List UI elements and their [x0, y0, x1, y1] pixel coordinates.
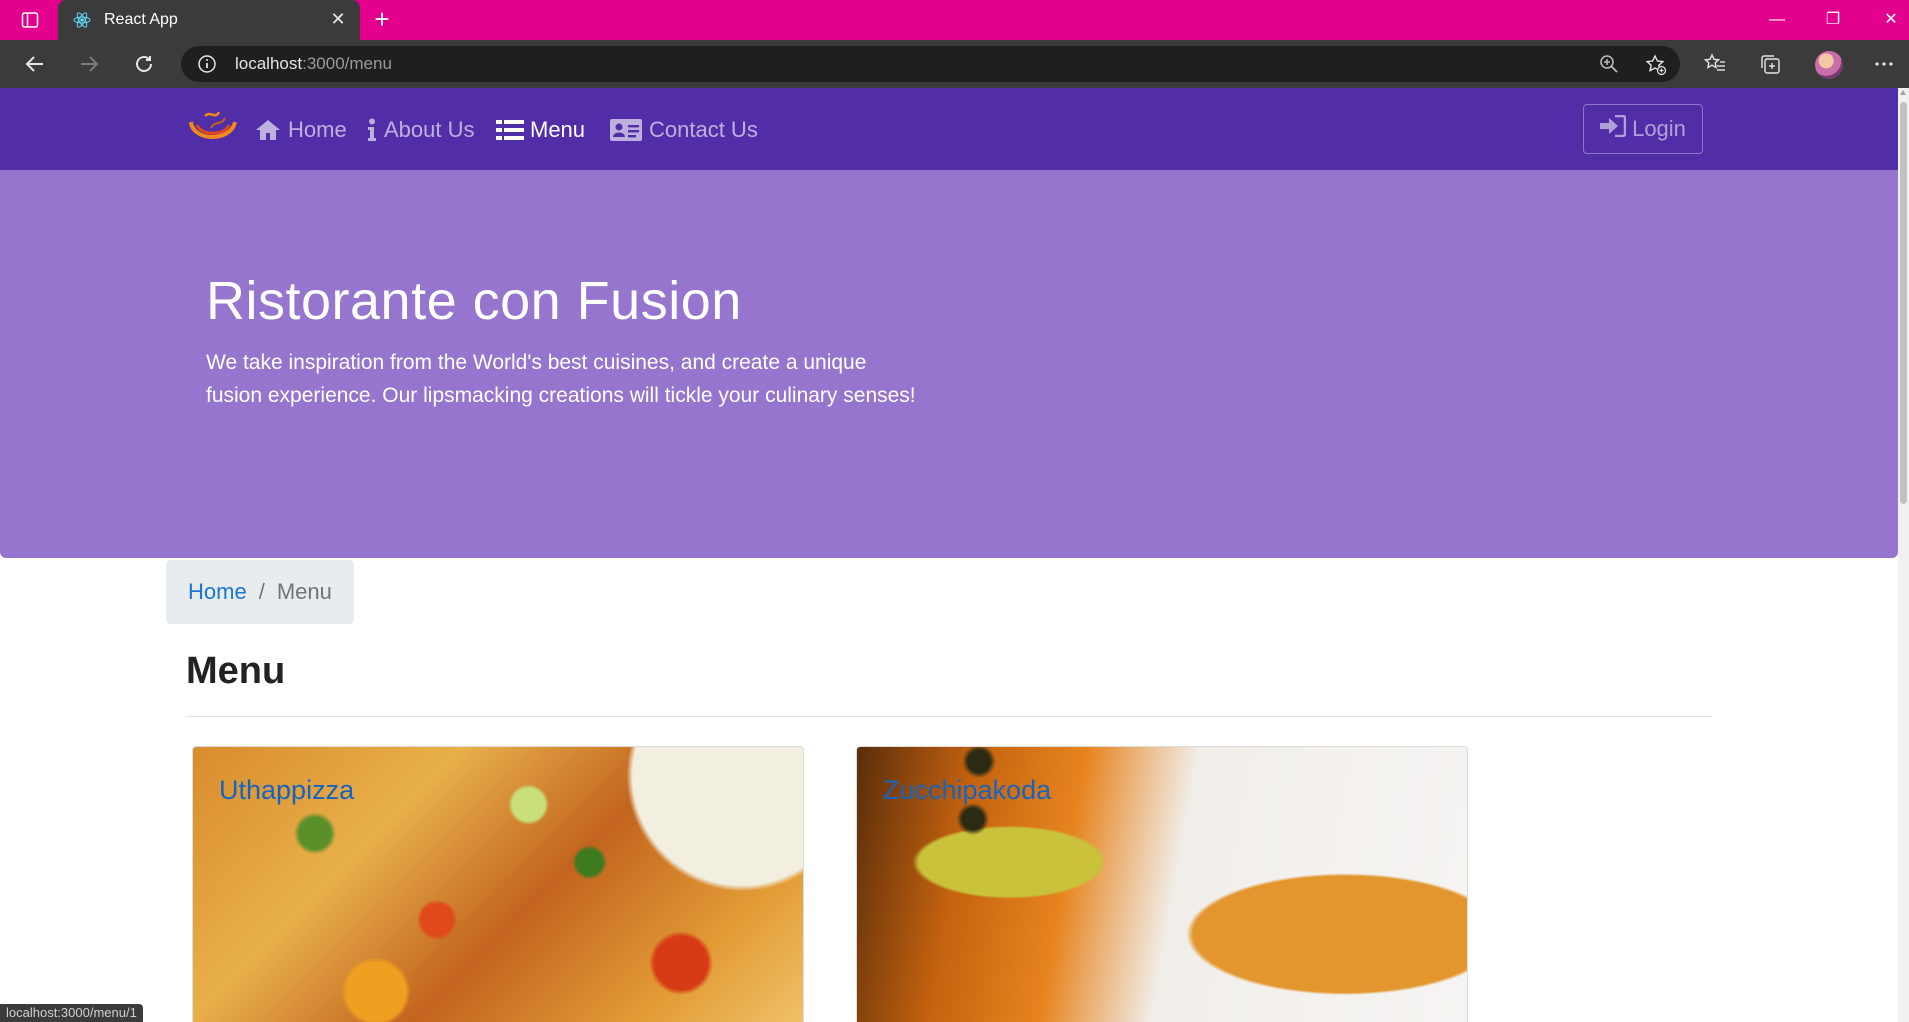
page-viewport: Home About Us Menu Contact Us Login Rist…	[0, 88, 1898, 1022]
nav-contact-label: Contact Us	[649, 117, 758, 142]
close-window-icon[interactable]: ✕	[1877, 6, 1905, 34]
page-scrollbar[interactable]	[1898, 88, 1909, 1022]
more-options-icon[interactable]	[1872, 52, 1896, 76]
hero-jumbotron: Ristorante con Fusion We take inspiratio…	[0, 170, 1898, 558]
status-bar-url: localhost:3000/menu/1	[0, 1004, 143, 1022]
refresh-icon[interactable]	[130, 50, 158, 78]
zoom-icon[interactable]	[1599, 54, 1619, 74]
browser-tab[interactable]: React App ✕	[58, 0, 360, 40]
scroll-up-icon[interactable]	[1900, 90, 1906, 95]
nav-about-label: About Us	[384, 117, 475, 142]
tab-actions-icon[interactable]	[20, 10, 40, 30]
close-tab-icon[interactable]: ✕	[328, 9, 348, 29]
nav-menu[interactable]: Menu	[496, 116, 585, 144]
nav-about[interactable]: About Us	[366, 116, 475, 144]
tab-title: React App	[104, 11, 178, 28]
add-favorite-icon[interactable]	[1645, 54, 1667, 76]
profile-avatar[interactable]	[1815, 51, 1843, 79]
address-card-icon	[609, 118, 643, 142]
address-bar[interactable]: localhost:3000/menu	[181, 46, 1680, 82]
login-button[interactable]: Login	[1583, 104, 1703, 154]
restaurant-logo[interactable]	[185, 108, 241, 152]
react-logo-icon	[72, 10, 92, 30]
nav-home-label: Home	[288, 117, 347, 142]
home-icon	[254, 118, 282, 142]
collections-icon[interactable]	[1758, 52, 1782, 76]
site-navbar: Home About Us Menu Contact Us Login	[0, 88, 1898, 170]
breadcrumb-home-link[interactable]: Home	[188, 579, 247, 605]
page-title: Menu	[186, 650, 286, 692]
breadcrumb-separator: /	[258, 579, 265, 604]
divider	[186, 716, 1712, 717]
browser-toolbar: localhost:3000/menu	[0, 40, 1909, 88]
login-label: Login	[1632, 116, 1686, 141]
nav-home[interactable]: Home	[254, 116, 347, 144]
sign-in-icon	[1600, 114, 1627, 143]
hero-title: Ristorante con Fusion	[206, 271, 742, 331]
breadcrumb: Home / Menu	[166, 560, 354, 624]
forward-icon[interactable]	[75, 50, 103, 78]
minimize-icon[interactable]: —	[1763, 6, 1791, 34]
nav-menu-label: Menu	[530, 117, 586, 142]
nav-contact[interactable]: Contact Us	[609, 116, 758, 144]
dish-name: Zucchipakoda	[883, 775, 1052, 805]
dish-card[interactable]: Zucchipakoda	[856, 746, 1468, 1022]
breadcrumb-current: Menu	[276, 579, 332, 604]
list-icon	[496, 118, 524, 142]
restore-icon[interactable]: ❐	[1819, 6, 1847, 34]
url-text: localhost:3000/menu	[235, 54, 392, 73]
site-info-icon[interactable]	[197, 54, 217, 74]
dish-name: Uthappizza	[219, 775, 355, 805]
info-icon	[366, 118, 378, 142]
browser-tab-bar: React App ✕ + — ❐ ✕	[0, 0, 1909, 40]
hero-text: We take inspiration from the World's bes…	[206, 351, 916, 407]
new-tab-icon[interactable]: +	[370, 6, 394, 32]
back-icon[interactable]	[21, 50, 49, 78]
favorites-icon[interactable]	[1703, 52, 1727, 76]
scrollbar-thumb[interactable]	[1900, 102, 1907, 504]
dish-card[interactable]: Uthappizza	[192, 746, 804, 1022]
